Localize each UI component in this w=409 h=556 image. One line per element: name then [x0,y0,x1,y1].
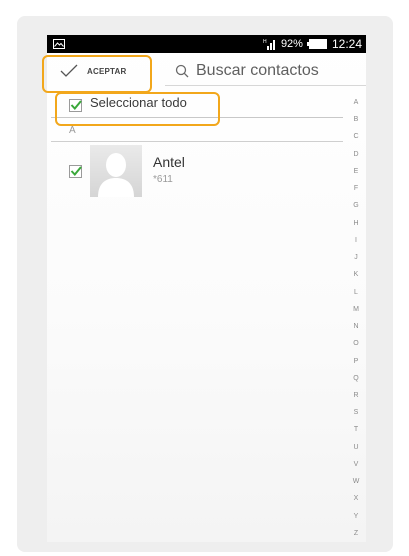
index-letter[interactable]: N [353,323,358,330]
index-letter[interactable]: H [353,220,358,227]
avatar [90,145,142,197]
index-letter[interactable]: J [354,254,358,261]
index-letter[interactable]: I [355,237,357,244]
contact-number: *611 [153,174,173,185]
index-letter[interactable]: W [353,478,360,485]
index-letter[interactable]: B [354,116,359,123]
checkmark-icon [60,64,78,77]
accept-button[interactable]: ACEPTAR [51,56,147,86]
status-clock: 12:24 [331,37,362,51]
battery-icon [306,39,327,49]
divider [51,117,343,118]
index-letter[interactable]: C [353,133,358,140]
contact-checkbox[interactable] [69,165,82,178]
search-icon [175,64,189,78]
divider [51,141,343,142]
person-silhouette-icon [98,153,134,197]
checkmark-icon [70,166,82,177]
section-header-a: A [69,125,76,136]
status-bar: H 92% 12:24 [47,35,366,53]
checkmark-icon [70,100,82,111]
select-all-row[interactable]: Seleccionar todo [47,95,347,117]
index-letter[interactable]: E [354,168,359,175]
index-letter[interactable]: T [354,426,358,433]
index-letter[interactable]: G [353,202,358,209]
index-letter[interactable]: S [354,409,359,416]
accept-label: ACEPTAR [87,66,127,76]
search-placeholder: Buscar contactos [196,62,319,79]
index-letter[interactable]: M [353,306,359,313]
signal-icon: H [263,39,275,50]
index-letter[interactable]: U [353,444,358,451]
index-letter[interactable]: Q [353,375,358,382]
phone-screen: H 92% 12:24 ACEPTAR Buscar contactos Sel… [47,35,366,542]
status-indicators: H 92% 12:24 [263,35,362,53]
alphabet-index[interactable]: A B C D E F G H I J K L M N O P Q R S T … [346,99,366,537]
contact-row[interactable]: Antel *611 [47,145,347,197]
select-all-label: Seleccionar todo [90,95,187,110]
index-letter[interactable]: L [354,289,358,296]
index-letter[interactable]: K [354,271,359,278]
index-letter[interactable]: Z [354,530,358,537]
action-bar: ACEPTAR Buscar contactos [47,53,366,88]
svg-text:H: H [263,39,267,45]
index-letter[interactable]: Y [354,513,359,520]
index-letter[interactable]: O [353,340,358,347]
select-all-checkbox[interactable] [69,99,82,112]
image-icon [53,39,65,49]
index-letter[interactable]: X [354,495,359,502]
index-letter[interactable]: V [354,461,359,468]
index-letter[interactable]: R [353,392,358,399]
search-contacts-field[interactable]: Buscar contactos [165,57,366,86]
battery-percentage: 92% [280,38,303,50]
index-letter[interactable]: F [354,185,358,192]
index-letter[interactable]: P [354,358,359,365]
index-letter[interactable]: A [354,99,359,106]
contact-name: Antel [153,154,185,170]
index-letter[interactable]: D [353,151,358,158]
